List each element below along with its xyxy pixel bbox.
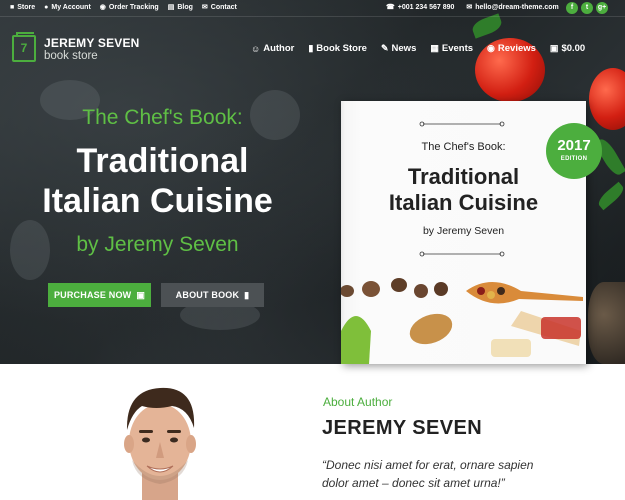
nav-item-events[interactable]: ▦ Events xyxy=(430,43,473,54)
brand-name[interactable]: JEREMY SEVEN xyxy=(44,36,140,50)
top-link-label: Order Tracking xyxy=(108,4,159,11)
book-icon: ■ xyxy=(10,4,15,11)
food-illustration xyxy=(341,278,583,364)
envelope-icon: ✉ xyxy=(201,4,208,11)
herb-leaf xyxy=(595,181,625,211)
nav-label: Reviews xyxy=(497,43,536,54)
about-book-button[interactable]: ABOUT BOOK ▮ xyxy=(161,283,264,307)
nav-label: News xyxy=(391,43,417,54)
nav-label: Book Store xyxy=(316,43,367,54)
document-icon: ▤ xyxy=(167,4,175,11)
nav-item-book-store[interactable]: ▮ Book Store xyxy=(308,43,367,54)
pencil-icon: ✎ xyxy=(380,43,389,53)
hero-byline: by Jeremy Seven xyxy=(76,233,239,256)
facebook-icon[interactable]: f xyxy=(566,2,578,14)
contact-info: ☎ +001 234 567 890 ✉ hello@dream-theme.com xyxy=(386,4,559,11)
cart-icon: ▣ xyxy=(549,43,559,53)
top-link-label: Blog xyxy=(177,4,193,11)
top-link-store[interactable]: ■ Store xyxy=(10,4,35,11)
nav-item-news[interactable]: ✎ News xyxy=(381,43,416,54)
about-book-label: ABOUT BOOK xyxy=(175,290,240,300)
google-plus-icon[interactable]: g+ xyxy=(596,2,608,14)
book-title-line2: Italian Cuisine xyxy=(388,190,539,215)
about-author-label: About Author xyxy=(323,395,393,409)
globe-icon: ◉ xyxy=(99,4,106,11)
top-bar: ■ Store ● My Account ◉ Order Tracking ▤ Blog… xyxy=(0,0,625,17)
cart-icon: ▣ xyxy=(136,289,146,300)
social-links: f t g+ xyxy=(566,2,608,14)
ornament-divider xyxy=(419,251,505,257)
cart-total: $0.00 xyxy=(561,43,586,54)
bowl-image xyxy=(588,282,625,364)
top-link-label: My Account xyxy=(51,4,91,11)
ornament-divider xyxy=(419,121,505,127)
hero-kicker: The Chef's Book: xyxy=(82,106,243,129)
edition-year: 2017 xyxy=(557,137,591,154)
author-quote-line2: dolor amet – donec sit amet urna!” xyxy=(322,476,505,490)
author-quote-line1: “Donec nisi amet for erat, ornare sapien xyxy=(322,458,534,472)
top-link-order-tracking[interactable]: ◉ Order Tracking xyxy=(100,4,159,11)
user-icon: ☺ xyxy=(251,43,261,54)
edition-badge: 2017 EDITION xyxy=(546,123,602,179)
book-byline: by Jeremy Seven xyxy=(422,225,505,237)
top-links: ■ Store ● My Account ◉ Order Tracking ▤ Blog… xyxy=(10,4,237,11)
author-avatar xyxy=(112,380,208,500)
envelope-icon: ✉ xyxy=(466,4,473,11)
chat-icon: ◉ xyxy=(487,43,495,53)
book-icon: ▮ xyxy=(308,43,314,53)
logo-icon[interactable]: 7 xyxy=(12,32,36,62)
nav-label: Events xyxy=(441,43,474,54)
nav-label: Author xyxy=(263,43,295,54)
email-address: hello@dream-theme.com xyxy=(475,4,559,11)
top-link-label: Contact xyxy=(210,4,237,11)
book-title-line1: Traditional xyxy=(407,164,520,189)
phone-number: +001 234 567 890 xyxy=(397,4,455,11)
nav-item-author[interactable]: ☺ Author xyxy=(251,43,294,54)
lock-icon: ● xyxy=(44,4,49,11)
email[interactable]: ✉ hello@dream-theme.com xyxy=(466,4,558,11)
top-link-my-account[interactable]: ● My Account xyxy=(44,4,91,11)
author-name: JEREMY SEVEN xyxy=(322,417,483,439)
hero-title-line1: Traditional xyxy=(76,142,249,180)
phone[interactable]: ☎ +001 234 567 890 xyxy=(386,4,454,11)
purchase-now-button[interactable]: PURCHASE NOW ▣ xyxy=(48,283,151,307)
herb-leaf xyxy=(470,13,504,39)
purchase-now-label: PURCHASE NOW xyxy=(53,290,132,300)
brand-subtitle: book store xyxy=(44,50,98,62)
calendar-icon: ▦ xyxy=(430,43,439,53)
top-link-contact[interactable]: ✉ Contact xyxy=(202,4,237,11)
top-link-label: Store xyxy=(17,4,36,11)
main-nav: ☺ Author ▮ Book Store ✎ News ▦ Events ◉ Revie… xyxy=(251,43,585,54)
twitter-icon[interactable]: t xyxy=(581,2,593,14)
hero-title-line2: Italian Cuisine xyxy=(42,182,273,220)
book-icon: ▮ xyxy=(244,289,250,300)
nav-item-cart[interactable]: ▣ $0.00 xyxy=(550,43,585,54)
phone-icon: ☎ xyxy=(386,4,395,11)
top-link-blog[interactable]: ▤ Blog xyxy=(168,4,193,11)
edition-label: EDITION xyxy=(560,156,588,162)
nav-item-reviews[interactable]: ◉ Reviews xyxy=(487,43,536,54)
tomato-image xyxy=(589,68,625,130)
